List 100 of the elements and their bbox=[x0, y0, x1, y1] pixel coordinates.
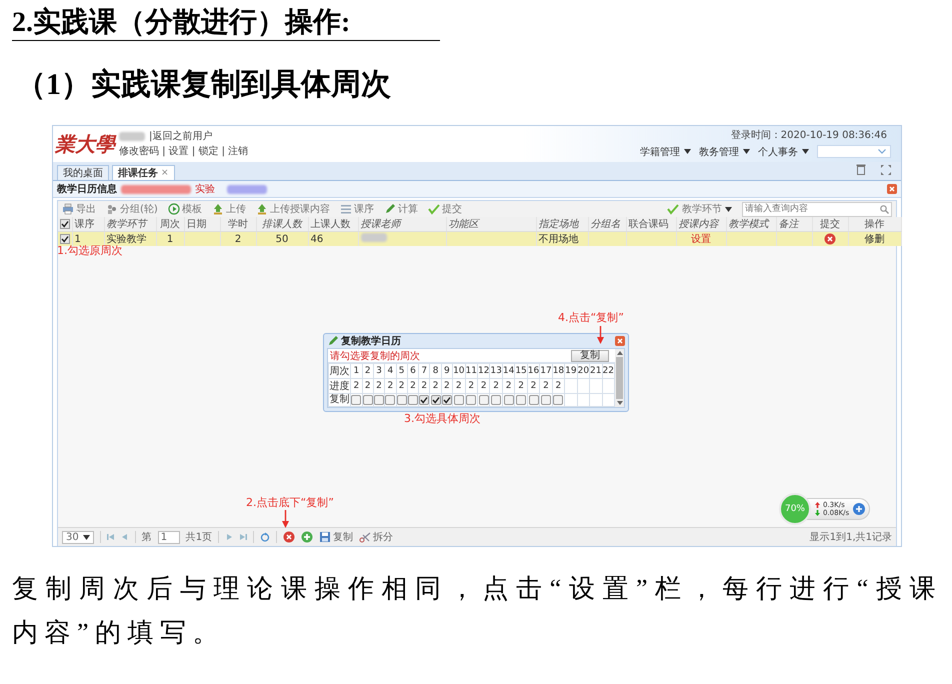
arrow bbox=[597, 326, 604, 344]
checkbox[interactable] bbox=[60, 234, 70, 244]
table-cell: 50 bbox=[276, 234, 288, 244]
toolbar-button[interactable]: 上传 bbox=[212, 202, 246, 216]
column-header: 课序 bbox=[72, 217, 104, 232]
checkbox[interactable] bbox=[374, 394, 384, 405]
checkbox[interactable] bbox=[430, 394, 441, 405]
week-number: 16 bbox=[528, 366, 540, 376]
arrow bbox=[282, 510, 289, 528]
table-cell: 2 bbox=[480, 381, 487, 391]
up-arrow-icon bbox=[815, 502, 820, 508]
logo: 業大學 bbox=[55, 132, 115, 158]
toolbar-button[interactable]: 拆分 bbox=[359, 530, 394, 544]
table-cell: 2 bbox=[506, 381, 512, 391]
table-cell: 2 bbox=[444, 381, 450, 391]
table-cell: 2 bbox=[543, 381, 549, 391]
checkbox[interactable] bbox=[478, 394, 489, 405]
tab[interactable]: 我的桌面 bbox=[57, 165, 109, 180]
column-header: 指定场地 bbox=[536, 217, 588, 232]
menu-item[interactable]: 教务管理 bbox=[699, 144, 750, 158]
scroll-down-icon bbox=[616, 401, 622, 405]
delete-icon[interactable] bbox=[824, 233, 836, 245]
toolbar-button[interactable]: 复制 bbox=[319, 530, 354, 544]
checkbox[interactable] bbox=[491, 394, 502, 405]
tab[interactable]: 排课任务 × bbox=[112, 165, 175, 180]
add-icon[interactable] bbox=[853, 503, 866, 515]
annotation: 4.点击“复制” bbox=[558, 310, 624, 325]
checkbox[interactable] bbox=[516, 394, 526, 405]
return-link[interactable]: |返回之前用户 bbox=[149, 130, 212, 142]
column-header: 操作 bbox=[848, 217, 901, 232]
caret-icon bbox=[743, 149, 750, 154]
column-header: 教学模式 bbox=[726, 217, 776, 232]
table-cell: 2 bbox=[364, 381, 371, 391]
copy-button[interactable]: 复制 bbox=[571, 350, 609, 362]
body-paragraph: 复制周次后与理论课操作相同，点击“设置”栏，每行进行“授课内容”的填写。 bbox=[12, 573, 942, 649]
toolbar-button[interactable]: 课序 bbox=[340, 202, 374, 216]
table-cell: 2 bbox=[456, 381, 462, 391]
week-number: 19 bbox=[565, 366, 577, 376]
table-cell: 2 bbox=[421, 381, 428, 391]
table-cell: 1 bbox=[166, 234, 174, 244]
add-icon[interactable] bbox=[301, 531, 314, 543]
checkbox[interactable] bbox=[385, 394, 396, 405]
checkbox[interactable] bbox=[553, 394, 564, 405]
checkbox[interactable] bbox=[504, 394, 514, 405]
column-header: 排课人数 bbox=[256, 217, 308, 232]
first-page-icon bbox=[106, 533, 115, 541]
filter-dropdown[interactable]: 教学环节 bbox=[667, 202, 732, 216]
table-cell: 2 bbox=[387, 381, 394, 391]
scroll-thumb[interactable] bbox=[616, 357, 623, 399]
dropdown-field[interactable] bbox=[817, 145, 891, 158]
table-cell: 2 bbox=[518, 381, 524, 391]
row-label: 进度 bbox=[328, 378, 351, 394]
table-cell: 不用场地 bbox=[538, 234, 578, 245]
week-number: 2 bbox=[364, 366, 371, 376]
toolbar-button[interactable]: 分组(轮) bbox=[106, 202, 158, 216]
table-cell: 1 bbox=[74, 234, 81, 244]
checkbox[interactable] bbox=[408, 394, 418, 405]
subsection-heading: （1）实践课复制到具体周次 bbox=[16, 67, 392, 103]
page-number-field[interactable]: 1 bbox=[158, 530, 180, 544]
play-icon bbox=[168, 203, 180, 215]
caret-icon bbox=[725, 206, 732, 212]
checkbox[interactable] bbox=[362, 394, 373, 405]
table-cell: 2 bbox=[468, 381, 474, 391]
account-links[interactable]: 修改密码 | 设置 | 锁定 | 注销 bbox=[119, 146, 248, 158]
checkbox[interactable] bbox=[528, 394, 538, 405]
week-number: 18 bbox=[552, 366, 564, 376]
menu-item[interactable]: 个人事务 bbox=[758, 144, 809, 158]
toolbar-button[interactable]: 模板 bbox=[168, 202, 202, 216]
search-field[interactable]: 请输入查询内容 bbox=[742, 202, 892, 216]
week-number: 22 bbox=[602, 366, 614, 376]
toolbar-button[interactable]: 计算 bbox=[384, 202, 418, 216]
checkbox[interactable] bbox=[442, 394, 452, 405]
printer-icon bbox=[62, 203, 74, 215]
checkbox[interactable] bbox=[60, 218, 70, 229]
toolbar-button[interactable]: 导出 bbox=[62, 202, 96, 216]
table-cell: 2 bbox=[410, 381, 416, 391]
next-page-icon bbox=[225, 533, 234, 541]
checkbox[interactable] bbox=[396, 394, 407, 405]
checkbox[interactable] bbox=[351, 394, 362, 405]
close-icon[interactable]: × bbox=[161, 168, 169, 178]
delete-icon[interactable] bbox=[283, 531, 296, 543]
column-header: 功能区 bbox=[446, 217, 536, 232]
week-number: 21 bbox=[590, 366, 602, 376]
save-icon bbox=[319, 531, 332, 543]
checkbox[interactable] bbox=[466, 394, 476, 405]
table-cell: 2 bbox=[530, 381, 536, 391]
pencil-icon bbox=[384, 203, 396, 215]
caret-icon bbox=[684, 149, 691, 154]
week-number: 13 bbox=[490, 366, 502, 376]
column-header: 备注 bbox=[776, 217, 812, 232]
row-label: 周次 bbox=[328, 364, 351, 378]
menu-item[interactable]: 学籍管理 bbox=[640, 144, 691, 158]
checkbox[interactable] bbox=[419, 394, 430, 405]
toolbar-button[interactable]: 上传授课内容 bbox=[256, 202, 330, 216]
redacted-block bbox=[121, 184, 191, 194]
toolbar-button[interactable]: 提交 bbox=[428, 202, 462, 216]
page-size-select[interactable]: 30 bbox=[62, 530, 94, 544]
checkbox[interactable] bbox=[540, 394, 551, 405]
annotation: 2.点击底下“复制” bbox=[246, 495, 334, 510]
checkbox[interactable] bbox=[454, 394, 464, 405]
